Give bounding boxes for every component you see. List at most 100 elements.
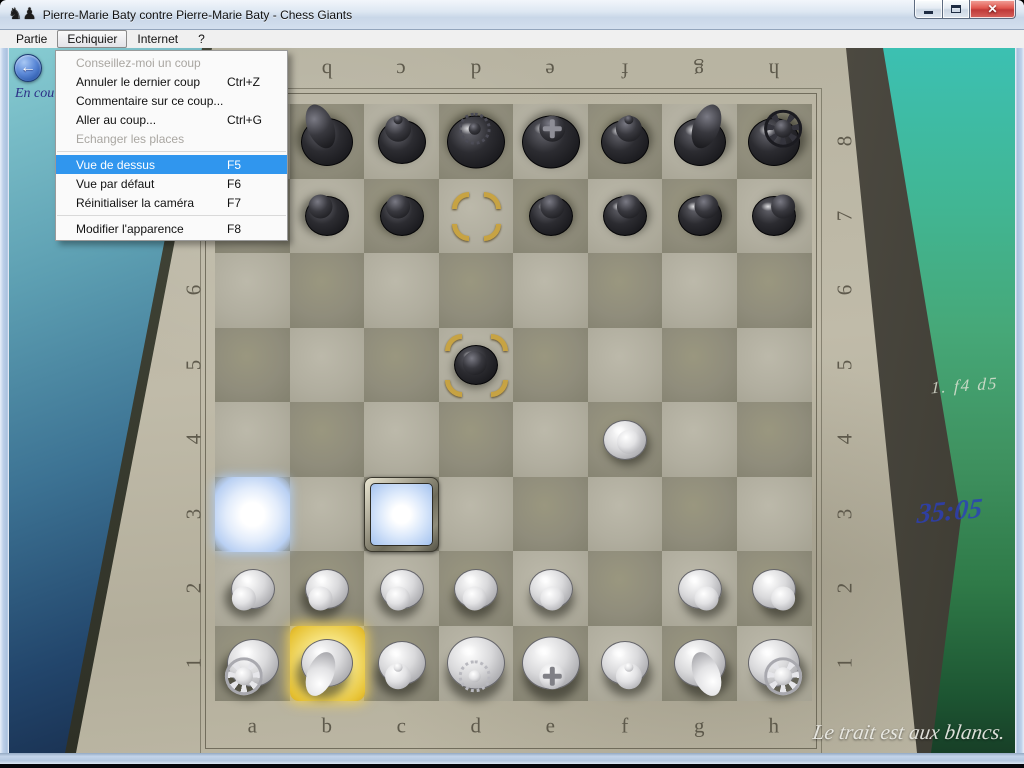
white-bishop-f1[interactable] bbox=[588, 626, 663, 701]
menu-item-label: Commentaire sur ce coup... bbox=[76, 94, 227, 108]
app-window: aabbccddeeffgghh8877665544332211 1. f4 d… bbox=[0, 0, 1024, 768]
black-rook-h8[interactable] bbox=[737, 104, 812, 179]
minimize-button[interactable] bbox=[914, 0, 943, 19]
square-e6[interactable] bbox=[513, 253, 588, 328]
white-pawn-g2[interactable] bbox=[662, 551, 737, 626]
square-f5[interactable] bbox=[588, 328, 663, 403]
black-knight-b8[interactable] bbox=[290, 104, 365, 179]
white-rook-h1[interactable] bbox=[737, 626, 812, 701]
white-pawn-a2[interactable] bbox=[215, 551, 290, 626]
black-king-e8[interactable] bbox=[513, 104, 588, 179]
square-f3[interactable] bbox=[588, 477, 663, 552]
square-b5[interactable] bbox=[290, 328, 365, 403]
menubar-item-?[interactable]: ? bbox=[188, 30, 215, 48]
gold-corner-marker-icon bbox=[452, 192, 469, 209]
square-c4[interactable] bbox=[364, 402, 439, 477]
black-pawn-c7[interactable] bbox=[364, 179, 439, 254]
white-bishop-c1[interactable] bbox=[364, 626, 439, 701]
black-pawn-b7[interactable] bbox=[290, 179, 365, 254]
white-pawn-d2[interactable] bbox=[439, 551, 514, 626]
board-coordinate-3: 3 bbox=[833, 509, 858, 520]
square-h5[interactable] bbox=[737, 328, 812, 403]
square-d3[interactable] bbox=[439, 477, 514, 552]
square-g6[interactable] bbox=[662, 253, 737, 328]
menu-item[interactable]: Modifier l'apparenceF8 bbox=[56, 219, 287, 238]
square-c6[interactable] bbox=[364, 253, 439, 328]
black-pawn-h7[interactable] bbox=[737, 179, 812, 254]
menu-item-shortcut: F5 bbox=[227, 158, 279, 172]
back-button[interactable]: ← bbox=[14, 54, 42, 82]
square-f2[interactable] bbox=[588, 551, 663, 626]
square-e4[interactable] bbox=[513, 402, 588, 477]
window-title: Pierre-Marie Baty contre Pierre-Marie Ba… bbox=[43, 8, 352, 22]
close-button[interactable]: ✕ bbox=[970, 0, 1016, 19]
menu-item[interactable]: Vue de dessusF5 bbox=[56, 155, 287, 174]
menu-item-label: Modifier l'apparence bbox=[76, 222, 227, 236]
white-rook-a1[interactable] bbox=[215, 626, 290, 701]
square-a4[interactable] bbox=[215, 402, 290, 477]
square-h6[interactable] bbox=[737, 253, 812, 328]
board-coordinate-c: c bbox=[397, 714, 406, 739]
black-queen-d8[interactable] bbox=[439, 104, 514, 179]
menu-item[interactable]: Réinitialiser la caméraF7 bbox=[56, 193, 287, 212]
black-knight-g8[interactable] bbox=[662, 104, 737, 179]
white-knight-g1[interactable] bbox=[662, 626, 737, 701]
black-pawn-g7[interactable] bbox=[662, 179, 737, 254]
board-coordinate-4: 4 bbox=[833, 434, 858, 445]
white-pawn-h2[interactable] bbox=[737, 551, 812, 626]
black-bishop-c8[interactable] bbox=[364, 104, 439, 179]
square-a5[interactable] bbox=[215, 328, 290, 403]
gold-corner-marker-icon bbox=[484, 192, 501, 209]
menu-item[interactable]: Vue par défautF6 bbox=[56, 174, 287, 193]
square-b3[interactable] bbox=[290, 477, 365, 552]
square-d4[interactable] bbox=[439, 402, 514, 477]
white-pawn-b2[interactable] bbox=[290, 551, 365, 626]
square-g4[interactable] bbox=[662, 402, 737, 477]
black-bishop-f8[interactable] bbox=[588, 104, 663, 179]
board-coordinate-5: 5 bbox=[182, 360, 207, 371]
menubar-item-internet[interactable]: Internet bbox=[127, 30, 188, 48]
black-pawn-d5[interactable] bbox=[439, 328, 514, 403]
square-b6[interactable] bbox=[290, 253, 365, 328]
square-h3[interactable] bbox=[737, 477, 812, 552]
menubar-item-echiquier[interactable]: Echiquier bbox=[57, 30, 127, 48]
black-pawn-f7[interactable] bbox=[588, 179, 663, 254]
board-coordinate-a: a bbox=[248, 714, 257, 739]
gold-corner-marker-icon bbox=[484, 224, 501, 241]
square-e5[interactable] bbox=[513, 328, 588, 403]
maximize-icon bbox=[951, 5, 961, 13]
board-coordinate-2: 2 bbox=[182, 583, 207, 594]
menu-item[interactable]: Aller au coup...Ctrl+G bbox=[56, 110, 287, 129]
menu-item[interactable]: Commentaire sur ce coup... bbox=[56, 91, 287, 110]
window-border-left bbox=[0, 30, 9, 753]
title-bar[interactable]: ♞♟ Pierre-Marie Baty contre Pierre-Marie… bbox=[0, 0, 1024, 30]
menu-item-label: Vue par défaut bbox=[76, 177, 227, 191]
white-pawn-c2[interactable] bbox=[364, 551, 439, 626]
square-d6[interactable] bbox=[439, 253, 514, 328]
white-pawn-e2[interactable] bbox=[513, 551, 588, 626]
menu-item[interactable]: Annuler le dernier coupCtrl+Z bbox=[56, 72, 287, 91]
board-coordinate-5: 5 bbox=[833, 360, 858, 371]
maximize-button[interactable] bbox=[943, 0, 970, 19]
highlight-target-glow-framed-c3[interactable] bbox=[364, 477, 439, 552]
square-g3[interactable] bbox=[662, 477, 737, 552]
white-queen-d1[interactable] bbox=[439, 626, 514, 701]
white-king-e1[interactable] bbox=[513, 626, 588, 701]
window-border-bottom bbox=[0, 753, 1024, 764]
board-coordinate-e: e bbox=[546, 714, 555, 739]
square-a6[interactable] bbox=[215, 253, 290, 328]
square-f6[interactable] bbox=[588, 253, 663, 328]
square-e3[interactable] bbox=[513, 477, 588, 552]
menu-item-label: Echanger les places bbox=[76, 132, 227, 146]
board-coordinate-f: f bbox=[621, 58, 628, 83]
square-c5[interactable] bbox=[364, 328, 439, 403]
black-pawn-e7[interactable] bbox=[513, 179, 588, 254]
board-coordinate-d: d bbox=[471, 714, 482, 739]
menubar-item-partie[interactable]: Partie bbox=[6, 30, 57, 48]
highlight-target-glow-a3[interactable] bbox=[215, 477, 290, 552]
white-pawn-f4[interactable] bbox=[588, 402, 663, 477]
white-knight-b1[interactable] bbox=[290, 626, 365, 701]
square-b4[interactable] bbox=[290, 402, 365, 477]
square-h4[interactable] bbox=[737, 402, 812, 477]
square-g5[interactable] bbox=[662, 328, 737, 403]
